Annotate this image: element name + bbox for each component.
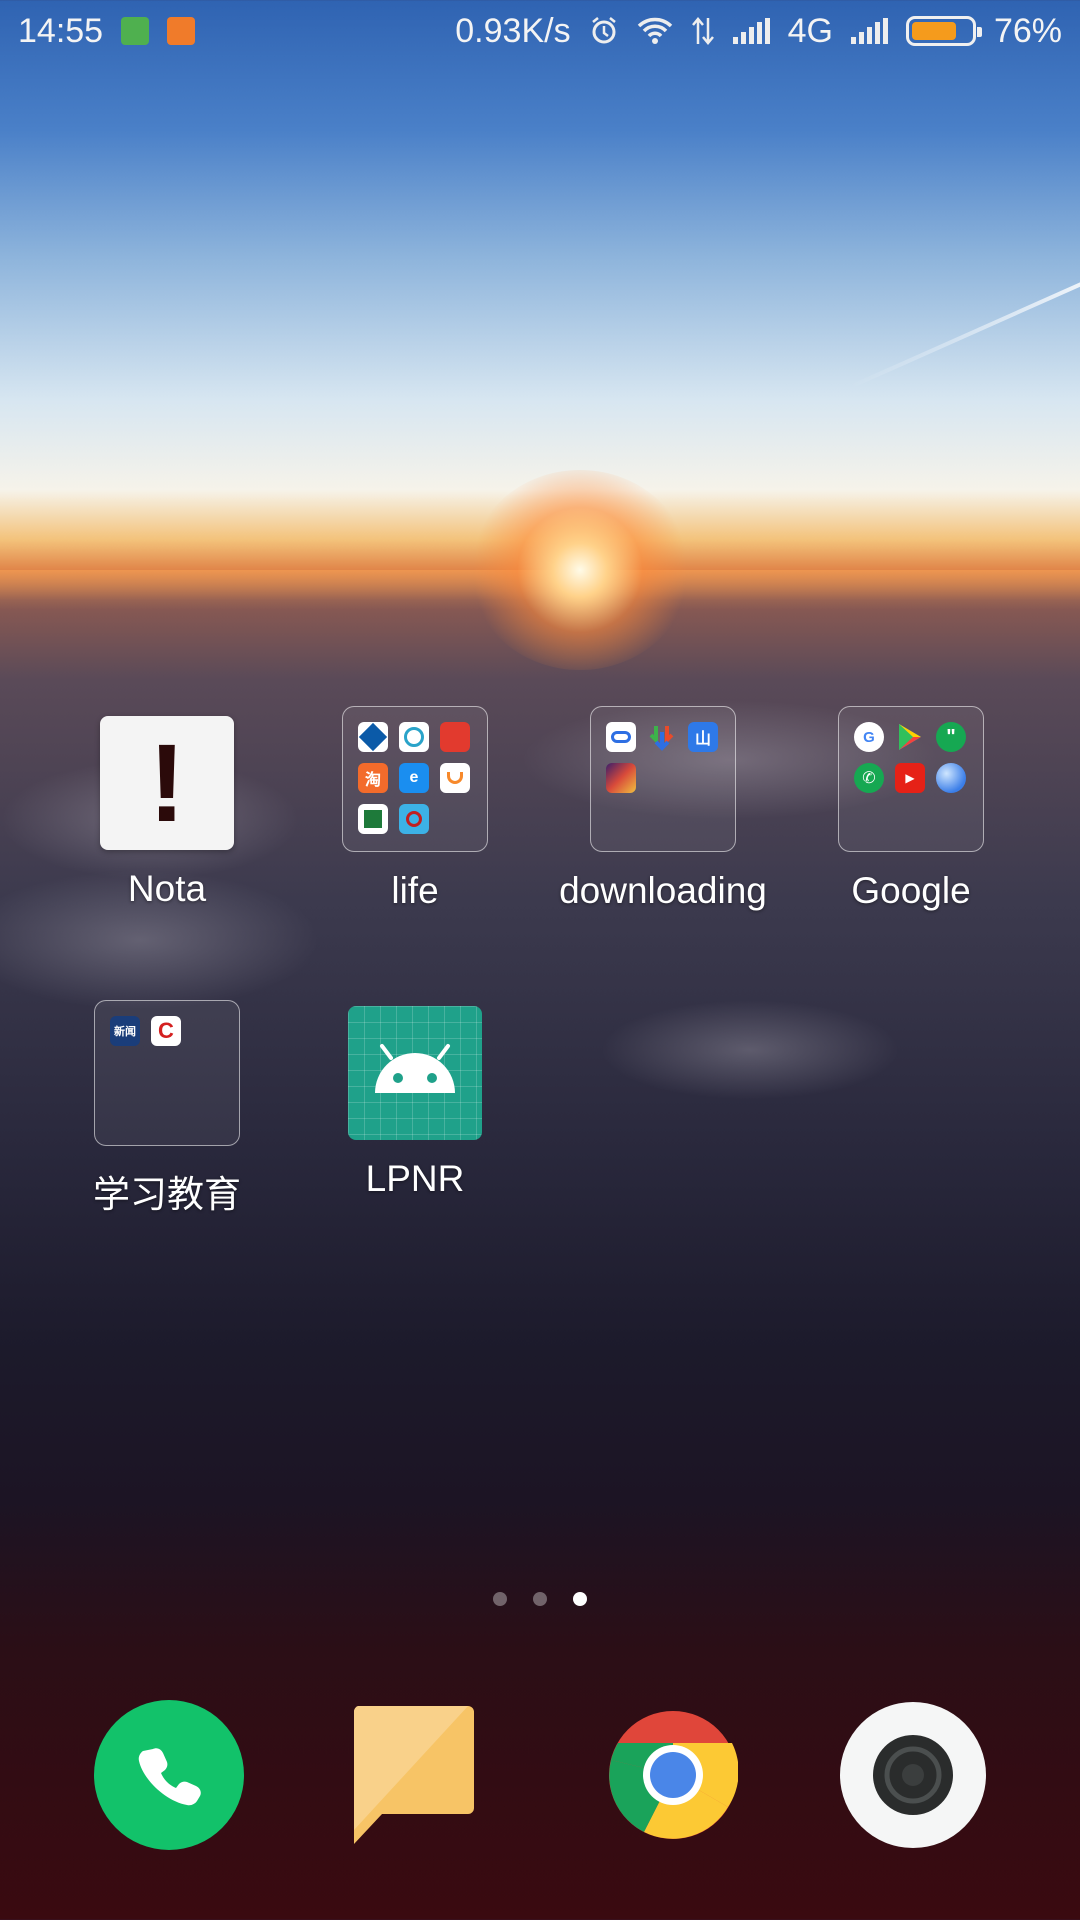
folder-education[interactable]: 新闻 C 学习教育 <box>47 1000 287 1218</box>
game-app-icon <box>606 763 636 793</box>
network-type: 4G <box>787 11 833 50</box>
folder-preview: 淘 e <box>342 706 488 852</box>
folder-life[interactable]: 淘 e life <box>295 706 535 912</box>
app-label: life <box>391 870 439 911</box>
android-icon <box>348 1006 482 1140</box>
battery-icon <box>905 16 982 46</box>
video-notification-icon <box>167 17 196 45</box>
earth-icon <box>936 763 966 793</box>
signal-icon <box>850 18 888 44</box>
baidu-cloud-icon <box>606 722 636 752</box>
cloud <box>600 1000 900 1100</box>
camera-icon[interactable] <box>838 1700 988 1850</box>
mobile-app-icon <box>399 722 429 752</box>
page-indicator <box>0 1592 1080 1606</box>
postal-app-icon <box>358 804 388 834</box>
didi-app-icon <box>440 763 470 793</box>
folder-google[interactable]: G " ✆ ▶ Google <box>791 706 1031 912</box>
sun <box>470 470 690 670</box>
network-speed: 0.93K/s <box>455 11 571 50</box>
hangouts-icon: " <box>936 722 966 752</box>
page-dot-active[interactable] <box>573 1592 587 1606</box>
phone-mini-icon: ✆ <box>854 763 884 793</box>
android-notification-icon <box>121 17 150 45</box>
phone-icon[interactable] <box>94 1700 244 1850</box>
status-bar: 14:55 0.93K/s 4G 76% <box>0 0 1080 62</box>
play-store-icon <box>895 722 925 752</box>
c-app-icon: C <box>151 1016 181 1046</box>
app-label: Nota <box>127 868 207 909</box>
download-arrows-icon <box>647 722 677 752</box>
google-translate-icon: G <box>854 722 884 752</box>
exclamation-icon: ! <box>100 716 234 850</box>
data-transfer-icon <box>691 16 715 46</box>
news-app-icon: 新闻 <box>110 1016 140 1046</box>
app-nota[interactable]: ! Nota <box>47 710 287 910</box>
railway-app-icon <box>399 804 429 834</box>
ticket-app-icon <box>440 722 470 752</box>
battery-percent: 76% <box>993 11 1062 50</box>
app-store-icon: 山 <box>688 722 718 752</box>
battery-level <box>911 22 957 40</box>
app-label: LPNR <box>365 1158 465 1199</box>
eleme-app-icon: e <box>399 763 429 793</box>
bank-app-icon <box>358 722 388 752</box>
signal-icon <box>732 18 770 44</box>
folder-preview: 山 <box>590 706 736 852</box>
app-label: 学习教育 <box>93 1174 241 1215</box>
youtube-icon: ▶ <box>895 763 925 793</box>
app-label: Google <box>851 870 971 911</box>
contrail <box>849 279 1080 389</box>
chrome-icon[interactable] <box>598 1700 748 1850</box>
clock: 14:55 <box>18 11 104 50</box>
page-dot[interactable] <box>533 1592 547 1606</box>
folder-preview: 新闻 C <box>94 1000 240 1146</box>
alarm-icon <box>589 16 619 46</box>
taobao-app-icon: 淘 <box>358 763 388 793</box>
app-label: downloading <box>559 870 767 911</box>
folder-downloading[interactable]: 山 downloading <box>543 706 783 912</box>
wifi-icon <box>637 17 673 45</box>
app-lpnr[interactable]: LPNR <box>295 1000 535 1200</box>
folder-preview: G " ✆ ▶ <box>838 706 984 852</box>
page-dot[interactable] <box>493 1592 507 1606</box>
messages-icon[interactable] <box>350 1700 500 1850</box>
